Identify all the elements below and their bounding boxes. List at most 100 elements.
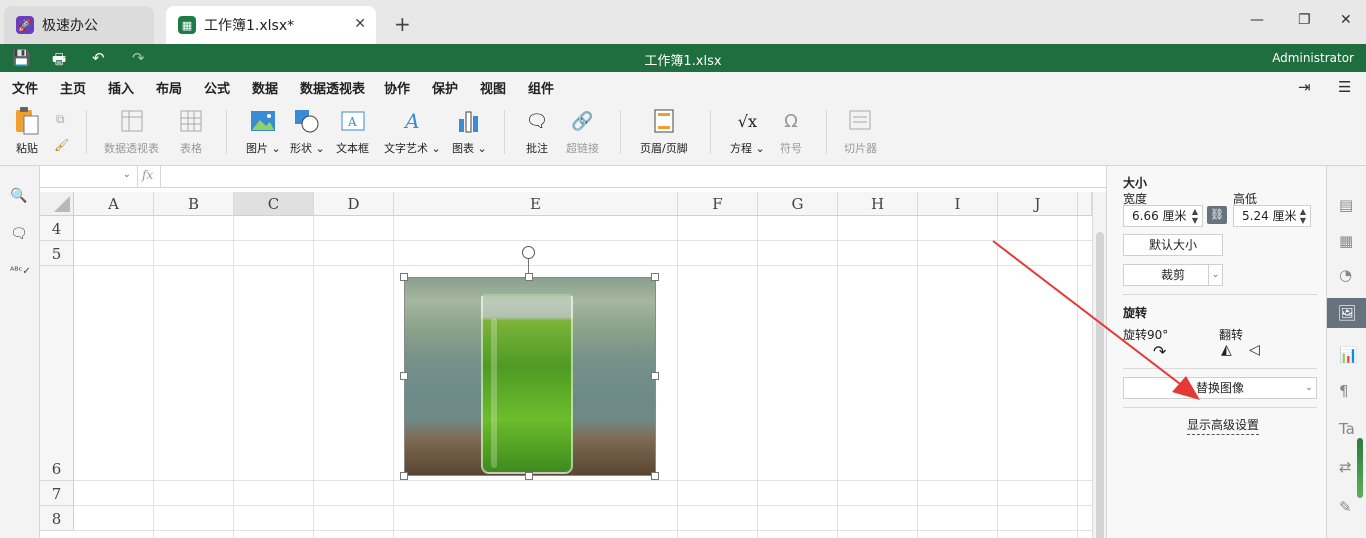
resize-handle-bottom-left[interactable] xyxy=(400,472,408,480)
pivot-table-icon xyxy=(119,108,145,134)
row-header-8[interactable]: 8 xyxy=(40,506,74,531)
column-header-b[interactable]: B xyxy=(154,192,234,216)
resize-handle-bottom-right[interactable] xyxy=(651,472,659,480)
scrollbar-thumb[interactable] xyxy=(1096,232,1104,538)
picture-button[interactable]: 图片 ⌄ xyxy=(246,108,281,156)
signature-settings-icon[interactable]: ✎ xyxy=(1339,498,1352,516)
menu-protect[interactable]: 保护 xyxy=(432,78,458,97)
equation-button[interactable]: √x 方程 ⌄ xyxy=(730,108,765,156)
cell-settings-icon[interactable]: ▤ xyxy=(1339,196,1353,214)
select-all-corner[interactable] xyxy=(40,192,74,216)
resize-handle-top-right[interactable] xyxy=(651,273,659,281)
chevron-down-icon[interactable]: ⌄ xyxy=(123,169,131,180)
menu-formula[interactable]: 公式 xyxy=(204,78,230,97)
menu-file[interactable]: 文件 xyxy=(12,78,38,97)
name-box[interactable]: ⌄ xyxy=(40,166,138,188)
restore-icon[interactable]: ❐ xyxy=(1298,12,1311,28)
table-settings-icon[interactable]: ▦ xyxy=(1339,232,1353,250)
flip-horizontal-icon[interactable]: ◭ xyxy=(1221,342,1232,358)
crop-button[interactable]: 裁剪 ⌄ xyxy=(1123,264,1223,286)
new-tab-icon[interactable]: + xyxy=(394,12,411,36)
comments-icon[interactable]: 🗨 xyxy=(10,226,28,242)
text-art-settings-icon[interactable]: Ta xyxy=(1339,420,1355,438)
column-header-c[interactable]: C xyxy=(234,192,314,216)
stepper-arrows-icon[interactable]: ▲ ▼ xyxy=(1300,207,1306,225)
tea-glass-picture[interactable] xyxy=(404,277,656,476)
row-header-7[interactable]: 7 xyxy=(40,481,74,506)
vertical-scrollbar[interactable] xyxy=(1092,192,1106,538)
chart-button[interactable]: 图表 ⌄ xyxy=(452,108,487,156)
height-input[interactable]: 5.24 厘米 ▲ ▼ xyxy=(1233,205,1311,227)
pivot-table-button[interactable]: 数据透视表 xyxy=(104,108,159,156)
flip-vertical-icon[interactable]: ◁ xyxy=(1249,342,1260,358)
pivot-settings-icon[interactable]: ⇄ xyxy=(1339,458,1352,476)
resize-handle-bottom[interactable] xyxy=(525,472,533,480)
resize-handle-top-left[interactable] xyxy=(400,273,408,281)
menu-layout[interactable]: 布局 xyxy=(156,78,182,97)
wordart-button[interactable]: A 文字艺术 ⌄ xyxy=(384,108,441,156)
lock-aspect-link-icon[interactable]: ⛓ xyxy=(1207,206,1227,224)
chevron-down-icon[interactable]: ⌄ xyxy=(1302,378,1316,398)
menu-pivot[interactable]: 数据透视表 xyxy=(300,78,365,97)
chevron-down-icon[interactable]: ⌄ xyxy=(1208,265,1222,285)
image-settings-icon[interactable]: 🖼 xyxy=(1327,298,1366,328)
symbol-label: 符号 xyxy=(780,142,802,155)
width-input[interactable]: 6.66 厘米 ▲ ▼ xyxy=(1123,205,1203,227)
open-location-icon[interactable]: ⇥ xyxy=(1298,78,1311,96)
format-painter-icon[interactable]: 🖌 xyxy=(54,138,69,152)
close-icon[interactable]: ✕ xyxy=(354,16,366,32)
replace-image-dropdown[interactable]: 替换图像 ⌄ xyxy=(1123,377,1317,399)
formula-input[interactable] xyxy=(161,166,1106,188)
textbox-button[interactable]: A 文本框 xyxy=(336,108,369,156)
panel-scrollbar[interactable] xyxy=(1357,438,1363,498)
resize-handle-top[interactable] xyxy=(525,273,533,281)
column-header-e[interactable]: E xyxy=(394,192,678,216)
user-name[interactable]: Administrator xyxy=(1272,51,1354,65)
column-header-i[interactable]: I xyxy=(918,192,998,216)
column-header-d[interactable]: D xyxy=(314,192,394,216)
column-header-a[interactable]: A xyxy=(74,192,154,216)
paste-button[interactable]: 粘贴 xyxy=(14,107,40,156)
minimize-icon[interactable]: — xyxy=(1250,12,1264,28)
table-button[interactable]: 表格 xyxy=(178,108,204,156)
comment-button[interactable]: 🗨 批注 xyxy=(524,108,550,156)
column-header-g[interactable]: G xyxy=(758,192,838,216)
paragraph-settings-icon[interactable]: ¶ xyxy=(1339,382,1349,400)
column-header-f[interactable]: F xyxy=(678,192,758,216)
row-header-5[interactable]: 5 xyxy=(40,241,74,266)
column-header-k[interactable] xyxy=(1078,192,1092,216)
spellcheck-icon[interactable]: ᴬᴮᶜ✓ xyxy=(10,266,31,277)
tab-home[interactable]: 🚀 极速办公 xyxy=(4,6,154,44)
copy-icon[interactable]: ⧉ xyxy=(56,112,65,127)
function-icon[interactable]: fx xyxy=(142,168,153,182)
show-advanced-settings-link[interactable]: 显示高级设置 xyxy=(1187,416,1260,435)
window-close-icon[interactable]: ✕ xyxy=(1340,12,1352,28)
search-icon[interactable]: 🔍 xyxy=(10,188,27,204)
rotate-clockwise-icon[interactable]: ↷ xyxy=(1153,342,1166,361)
shape-settings-icon[interactable]: ◔ xyxy=(1339,266,1352,284)
column-header-h[interactable]: H xyxy=(838,192,918,216)
menu-collab[interactable]: 协作 xyxy=(384,78,410,97)
default-size-button[interactable]: 默认大小 xyxy=(1123,234,1223,256)
hamburger-menu-icon[interactable]: ☰ xyxy=(1338,78,1351,96)
menu-insert[interactable]: 插入 xyxy=(108,78,135,102)
shape-button[interactable]: 形状 ⌄ xyxy=(290,108,325,156)
menu-data[interactable]: 数据 xyxy=(252,78,278,97)
header-footer-button[interactable]: 页眉/页脚 xyxy=(640,108,688,156)
column-header-j[interactable]: J xyxy=(998,192,1078,216)
menu-view[interactable]: 视图 xyxy=(480,78,506,97)
row-header-6[interactable]: 6 xyxy=(40,266,74,481)
spreadsheet-grid[interactable]: A B C D E F G H I J 4 5 6 7 8 xyxy=(40,188,1106,538)
hyperlink-button[interactable]: 🔗 超链接 xyxy=(566,108,599,156)
chart-settings-icon[interactable]: 📊 xyxy=(1339,346,1358,364)
rotate-handle[interactable] xyxy=(522,246,535,259)
symbol-button[interactable]: Ω 符号 xyxy=(778,108,804,156)
resize-handle-right[interactable] xyxy=(651,372,659,380)
row-header-4[interactable]: 4 xyxy=(40,216,74,241)
stepper-arrows-icon[interactable]: ▲ ▼ xyxy=(1192,207,1198,225)
menu-plugins[interactable]: 组件 xyxy=(528,78,554,97)
slicer-button[interactable]: 切片器 xyxy=(844,108,877,156)
tab-workbook[interactable]: ▦ 工作簿1.xlsx* ✕ xyxy=(166,6,376,44)
resize-handle-left[interactable] xyxy=(400,372,408,380)
menu-home[interactable]: 主页 xyxy=(60,78,86,97)
